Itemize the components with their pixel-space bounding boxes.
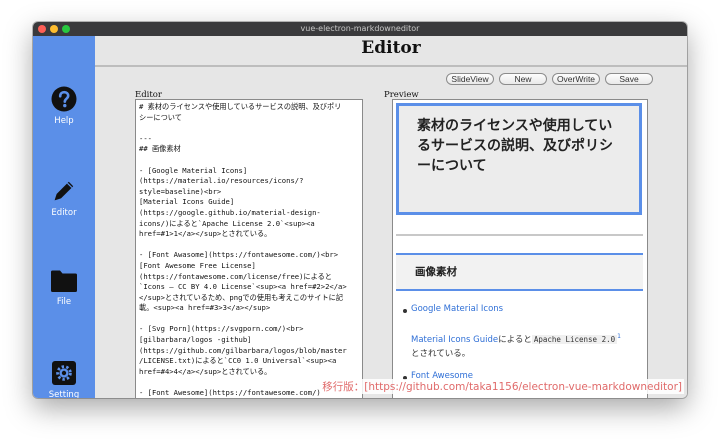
list-bullet [403,309,407,313]
preview-h2: 画像素材 [396,253,643,291]
editor-line: /LICENSE.txt)によると`CC0 1.0 Universal`<sup… [139,356,337,366]
editor-line: - [Svg Porn](https://svgporn.com/)<br> [139,324,304,334]
migration-note: 移行版：[https://github.com/taka1156/electro… [320,379,684,394]
preview-hr [396,234,643,236]
editor-line: (https://material.io/resources/icons/? [139,176,304,186]
sidebar-item-file[interactable]: File [33,269,95,307]
editor-line: 載。<sup><a href=#3>3</a></sup> [139,303,271,313]
editor-line: (https://github.com/gilbarbara/logos/blo… [139,345,347,355]
material-icons-guide-link[interactable]: Material Icons Guide [411,335,498,345]
sidebar-item-label: File [56,297,72,307]
editor-line: ## 画像素材 [139,144,181,154]
markdown-editor-textarea[interactable]: # 素材のライセンスや使用しているサービスの説明、及びポリ シーについて --- ##… [135,99,363,398]
editor-line: style=baseline)<br> [139,186,222,196]
close-window-button[interactable] [38,25,46,33]
sidebar-item-setting[interactable]: Setting [33,360,95,398]
preview-h1: 素材のライセンスや使用しているサービスの説明、及びポリシーについて [417,118,613,174]
slideview-button[interactable]: SlideView [446,73,494,85]
editor-line: # 素材のライセンスや使用しているサービスの説明、及びポリ [139,102,342,111]
sidebar-item-editor[interactable]: Editor [33,178,95,218]
header-divider [95,65,687,67]
markdown-preview: 素材のライセンスや使用しているサービスの説明、及びポリシーについて 画像素材 G… [392,99,648,398]
editor-line: シーについて [139,112,182,122]
editor-line: --- [139,133,152,143]
editor-line: [gilbarbara/logos -github] [139,335,252,345]
preview-hero-heading: 素材のライセンスや使用しているサービスの説明、及びポリシーについて [396,103,642,215]
license-code: Apache License 2.0 [531,335,618,344]
editor-line: (https://google.github.io/material-desig… [139,207,321,217]
preview-text: とされている。 [411,349,471,359]
sidebar-item-label: Editor [51,208,77,218]
editor-line: icons/)によると`Apache License 2.0`<sup><a [139,218,315,228]
sidebar-item-label: Help [54,116,74,126]
editor-line: `Icons — CC BY 4.0 License`<sup><a href=… [139,282,347,292]
editor-line: href=#4>4</a></sup>とされている。 [139,366,272,376]
sidebar: Help Editor File Setting [33,36,95,398]
new-button[interactable]: New [499,73,547,85]
minimize-window-button[interactable] [50,25,58,33]
help-icon [51,86,77,112]
footnote-link-1[interactable]: 1 [617,333,621,340]
preview-paragraph: Material Icons Guideによると Apache License 2… [411,333,621,345]
main-area: Editor SlideView New OverWrite Save Edit… [95,36,687,398]
sidebar-item-help[interactable]: Help [33,86,95,126]
editor-line: - [Font Awasome](https://fontawesome.com… [139,250,339,260]
save-button[interactable]: Save [605,73,653,85]
window-title: vue-electron-markdowneditor [300,24,420,33]
overwrite-button[interactable]: OverWrite [552,73,600,85]
editor-line: (https://fontawesome.com/license/free)によ… [139,271,332,281]
editor-line: [Material Icons Guide] [139,197,235,207]
sidebar-item-label: Setting [48,390,80,398]
editor-line: href=#1>1</a></sup>とされている。 [139,229,272,239]
editor-line: [Font Awesome Free License] [139,260,256,270]
zoom-window-button[interactable] [62,25,70,33]
folder-icon [51,270,77,292]
title-bar: vue-electron-markdowneditor [33,22,687,36]
app-window: vue-electron-markdowneditor Help Editor … [33,22,687,398]
pencil-icon [54,181,74,201]
editor-line: - [Google Material Icons] [139,165,248,175]
gear-icon [52,361,76,385]
google-material-icons-link[interactable]: Google Material Icons [411,304,503,314]
editor-line: </sup>とされているため、pngでの使用も考えこのサイトに記 [139,292,344,302]
preview-text: によると [498,335,532,345]
page-title: Editor [361,38,421,58]
